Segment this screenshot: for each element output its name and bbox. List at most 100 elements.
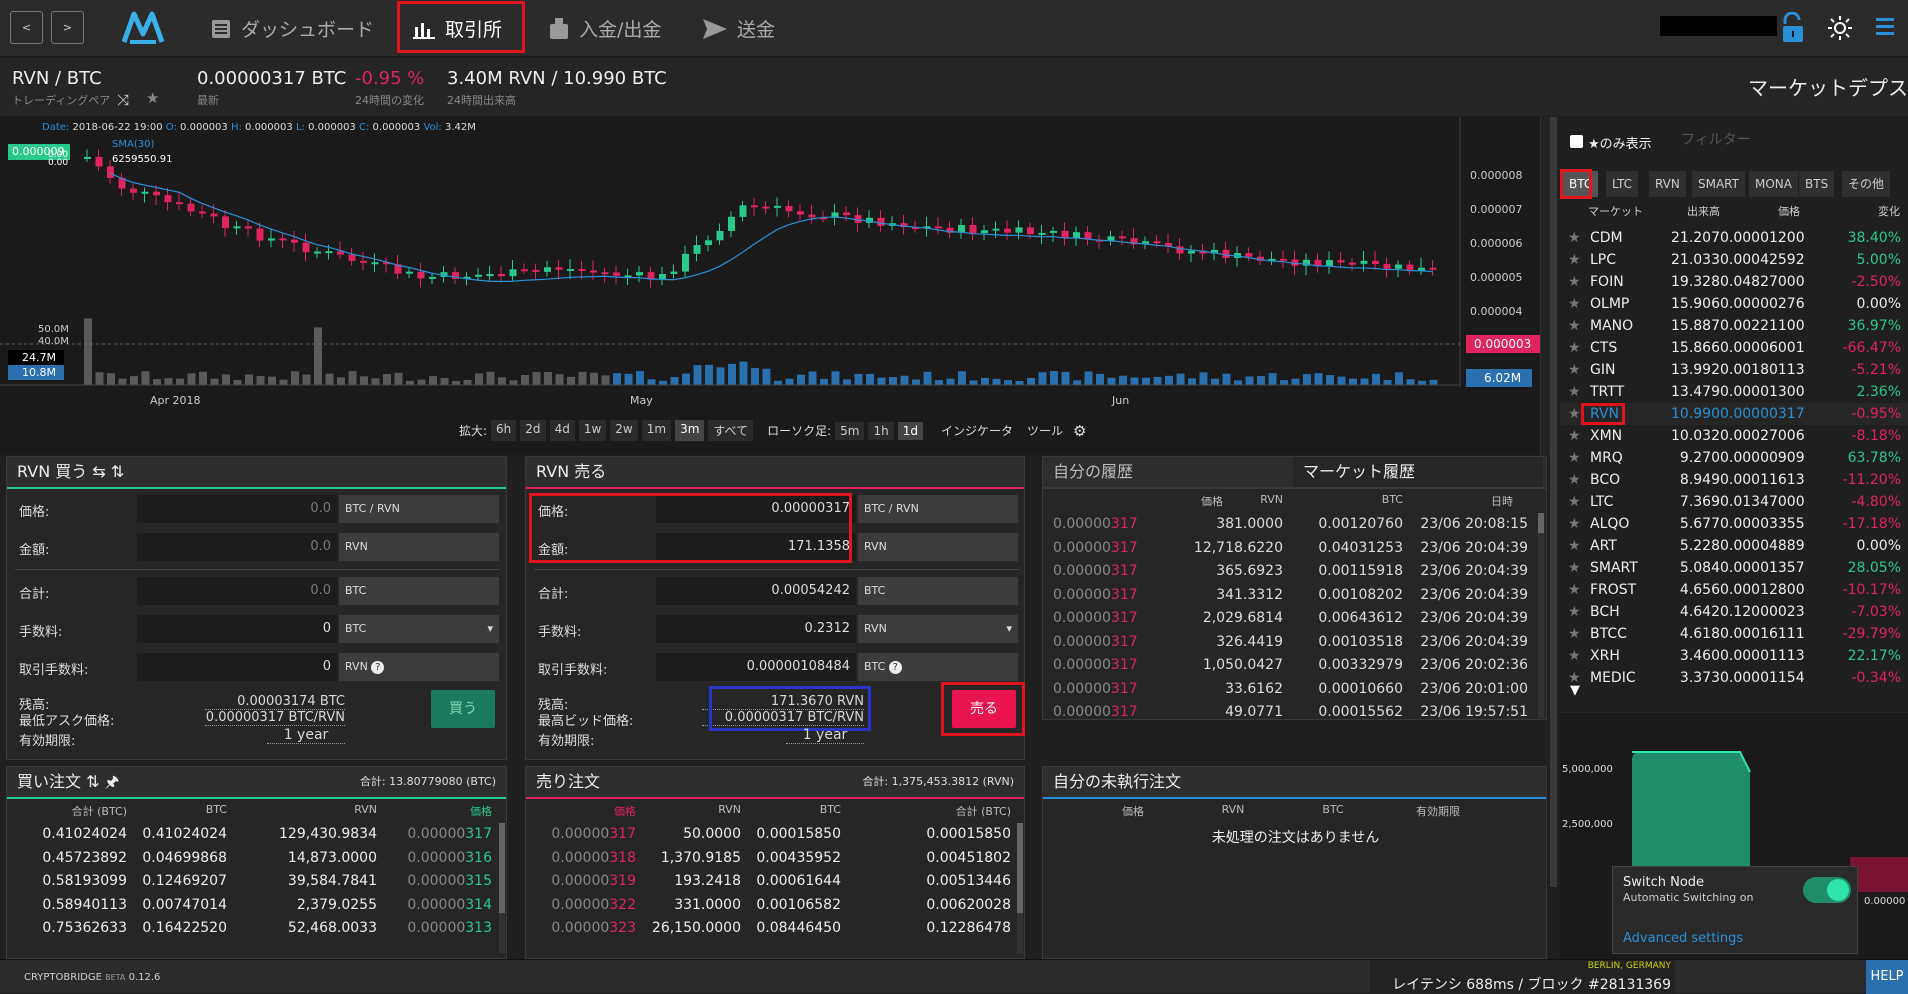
chart-scrollbar[interactable] <box>1540 117 1550 455</box>
sell-order-row[interactable]: 0.00000323 26,150.0000 0.08446450 0.1228647… <box>526 917 1016 939</box>
forward-button[interactable]: > <box>51 11 84 44</box>
favorite-star-icon[interactable]: ★ <box>1568 337 1584 359</box>
favorite-star-icon[interactable]: ★ <box>1568 359 1584 381</box>
favorite-star-icon[interactable]: ★ <box>1568 557 1584 579</box>
favorite-star-icon[interactable]: ★ <box>1568 271 1584 293</box>
market-row-mano[interactable]: ★ MANO 15.887 0.00221100 36.97% <box>1560 315 1908 337</box>
candle-5m-button[interactable]: 5m <box>835 421 865 440</box>
tools-button[interactable]: ツール <box>1027 422 1063 439</box>
market-row-ltc[interactable]: ★ LTC 7.369 0.01347000 -4.80% <box>1560 491 1908 513</box>
tab-my-history[interactable]: 自分の履歴 <box>1043 457 1293 487</box>
menu-send[interactable]: 送金 <box>703 0 775 57</box>
market-row-smart[interactable]: ★ SMART 5.084 0.00001357 28.05% <box>1560 557 1908 579</box>
cryptobridge-logo[interactable] <box>120 6 166 50</box>
favorite-star-icon[interactable]: ★ <box>1568 227 1584 249</box>
lock-icon[interactable] <box>1781 11 1803 46</box>
favorite-star-icon[interactable]: ★ <box>1568 469 1584 491</box>
price-chart[interactable]: Date: 2018-06-22 19:00 O: 0.000003 H: 0.… <box>0 117 1550 455</box>
favorite-star-icon[interactable]: ★ <box>1568 645 1584 667</box>
buy-button[interactable]: 買う <box>431 690 495 728</box>
history-row[interactable]: 0.00000317 326.4419 0.00103518 23/06 20:04:… <box>1043 631 1538 653</box>
market-depth-chart[interactable]: 5,000,000 2,500,000 0 0.00000 Switch Nod… <box>1560 711 1908 960</box>
history-row[interactable]: 0.00000317 49.0771 0.00015562 23/06 19:57:5… <box>1043 701 1538 718</box>
main-scroll-thumb[interactable] <box>1550 117 1557 887</box>
buy-orders-scrollbar[interactable] <box>499 823 505 953</box>
sell-orders-scrollbar[interactable] <box>1017 823 1023 953</box>
market-row-cts[interactable]: ★ CTS 15.866 0.00006001 -66.47% <box>1560 337 1908 359</box>
buy-price-input[interactable]: 0.0 <box>137 495 337 523</box>
market-row-lpc[interactable]: ★ LPC 21.033 0.00042592 5.00% <box>1560 249 1908 271</box>
sell-order-row[interactable]: 0.00000317 50.0000 0.00015850 0.00015850 <box>526 823 1016 845</box>
favorite-star-icon[interactable]: ★ <box>146 89 159 107</box>
sell-orders-scroll-thumb[interactable] <box>1017 823 1023 913</box>
buy-order-row[interactable]: 0.41024024 0.41024024 129,430.9834 0.000003… <box>7 823 497 845</box>
zoom-6-button[interactable]: 3m <box>675 420 705 441</box>
favorite-star-icon[interactable]: ★ <box>1568 513 1584 535</box>
buy-fee-input[interactable]: 0 <box>137 615 337 643</box>
zoom-0-button[interactable]: 6h <box>491 420 517 441</box>
favorite-star-icon[interactable]: ★ <box>1568 315 1584 337</box>
market-row-xrh[interactable]: ★ XRH 3.460 0.00001113 22.17% <box>1560 645 1908 667</box>
tab-market-history[interactable]: マーケット履歴 <box>1293 457 1543 487</box>
candlestick-chart[interactable] <box>0 117 1550 455</box>
zoom-2-button[interactable]: 4d <box>549 420 575 441</box>
market-row-cdm[interactable]: ★ CDM 21.207 0.00001200 38.40% <box>1560 227 1908 249</box>
buy-balance-value[interactable]: 0.00003174 BTC <box>205 694 345 710</box>
favorite-star-icon[interactable]: ★ <box>1568 601 1584 623</box>
market-row-frost[interactable]: ★ FROST 4.656 0.00012800 -10.17% <box>1560 579 1908 601</box>
zoom-1-button[interactable]: 2d <box>520 420 546 441</box>
zoom-7-button[interactable]: すべて <box>708 420 754 441</box>
history-scroll-thumb[interactable] <box>1538 513 1544 533</box>
zoom-4-button[interactable]: 2w <box>610 420 638 441</box>
market-row-olmp[interactable]: ★ OLMP 15.906 0.00000276 0.00% <box>1560 293 1908 315</box>
advanced-settings-link[interactable]: Advanced settings <box>1623 931 1743 946</box>
indicator-button[interactable]: インジケータ <box>941 422 1013 439</box>
help-icon[interactable]: ? <box>888 661 902 674</box>
sell-total-input[interactable]: 0.00054242 <box>656 577 856 605</box>
market-row-alqo[interactable]: ★ ALQO 5.677 0.00003355 -17.18% <box>1560 513 1908 535</box>
pair-name[interactable]: RVN / BTC <box>12 68 102 89</box>
main-scrollbar[interactable] <box>1550 117 1557 887</box>
history-row[interactable]: 0.00000317 381.0000 0.00120760 23/06 20:08:… <box>1043 513 1538 535</box>
menu-dashboard[interactable]: ダッシュボード <box>211 0 374 57</box>
history-row[interactable]: 0.00000317 12,718.6220 0.04031253 23/06 20:… <box>1043 537 1538 559</box>
shuffle-icon[interactable]: ⤨ <box>117 91 129 109</box>
buy-amount-input[interactable]: 0.0 <box>137 533 337 561</box>
market-row-btcc[interactable]: ★ BTCC 4.618 0.00016111 -29.79% <box>1560 623 1908 645</box>
buy-expire-value[interactable]: 1 year <box>267 727 345 744</box>
market-row-bco[interactable]: ★ BCO 8.949 0.00011613 -11.20% <box>1560 469 1908 491</box>
sell-order-row[interactable]: 0.00000322 331.0000 0.00106582 0.00620028 <box>526 894 1016 916</box>
node-status[interactable]: BERLIN, GERMANY レイテンシ 688ms / ブロック #2813… <box>1370 960 1675 994</box>
zoom-3-button[interactable]: 1w <box>578 420 607 441</box>
history-row[interactable]: 0.00000317 33.6162 0.00010660 23/06 20:01:0… <box>1043 678 1538 700</box>
history-row[interactable]: 0.00000317 365.6923 0.00115918 23/06 20:04:… <box>1043 560 1538 582</box>
buy-order-row[interactable]: 0.75362633 0.16422520 52,468.0033 0.0000031… <box>7 917 497 939</box>
history-row[interactable]: 0.00000317 341.3312 0.00108202 23/06 20:04:… <box>1043 584 1538 606</box>
buy-total-input[interactable]: 0.0 <box>137 577 337 605</box>
market-row-gin[interactable]: ★ GIN 13.992 0.00180113 -5.21% <box>1560 359 1908 381</box>
favorite-star-icon[interactable]: ★ <box>1568 579 1584 601</box>
expand-markets-icon[interactable]: ▼ <box>1570 683 1580 698</box>
auto-switch-toggle[interactable] <box>1803 877 1851 903</box>
market-row-medic[interactable]: ★ MEDIC 3.373 0.00001154 -0.34% <box>1560 667 1908 689</box>
buy-order-row[interactable]: 0.58940113 0.00747014 2,379.0255 0.00000314 <box>7 894 497 916</box>
favorite-star-icon[interactable]: ★ <box>1568 535 1584 557</box>
market-row-foin[interactable]: ★ FOIN 19.328 0.04827000 -2.50% <box>1560 271 1908 293</box>
sell-expire-value[interactable]: 1 year <box>786 727 864 744</box>
favorite-star-icon[interactable]: ★ <box>1568 293 1584 315</box>
market-row-mrq[interactable]: ★ MRQ 9.270 0.00000909 63.78% <box>1560 447 1908 469</box>
favorite-star-icon[interactable]: ★ <box>1568 491 1584 513</box>
history-row[interactable]: 0.00000317 2,029.6814 0.00643612 23/06 20:0… <box>1043 607 1538 629</box>
zoom-5-button[interactable]: 1m <box>641 420 672 441</box>
buy-fee-select[interactable]: BTC ▾ <box>339 615 499 643</box>
history-row[interactable]: 0.00000317 1,050.0427 0.00332979 23/06 20:0… <box>1043 654 1538 676</box>
help-button[interactable]: HELP <box>1866 960 1908 994</box>
market-row-art[interactable]: ★ ART 5.228 0.00004889 0.00% <box>1560 535 1908 557</box>
candle-1h-button[interactable]: 1h <box>868 421 894 440</box>
history-scrollbar[interactable] <box>1538 513 1544 718</box>
market-row-xmn[interactable]: ★ XMN 10.032 0.00027006 -8.18% <box>1560 425 1908 447</box>
favorite-star-icon[interactable]: ★ <box>1568 447 1584 469</box>
sell-order-row[interactable]: 0.00000319 193.2418 0.00061644 0.00513446 <box>526 870 1016 892</box>
favorite-star-icon[interactable]: ★ <box>1568 623 1584 645</box>
buy-orders-scroll-thumb[interactable] <box>499 823 505 913</box>
